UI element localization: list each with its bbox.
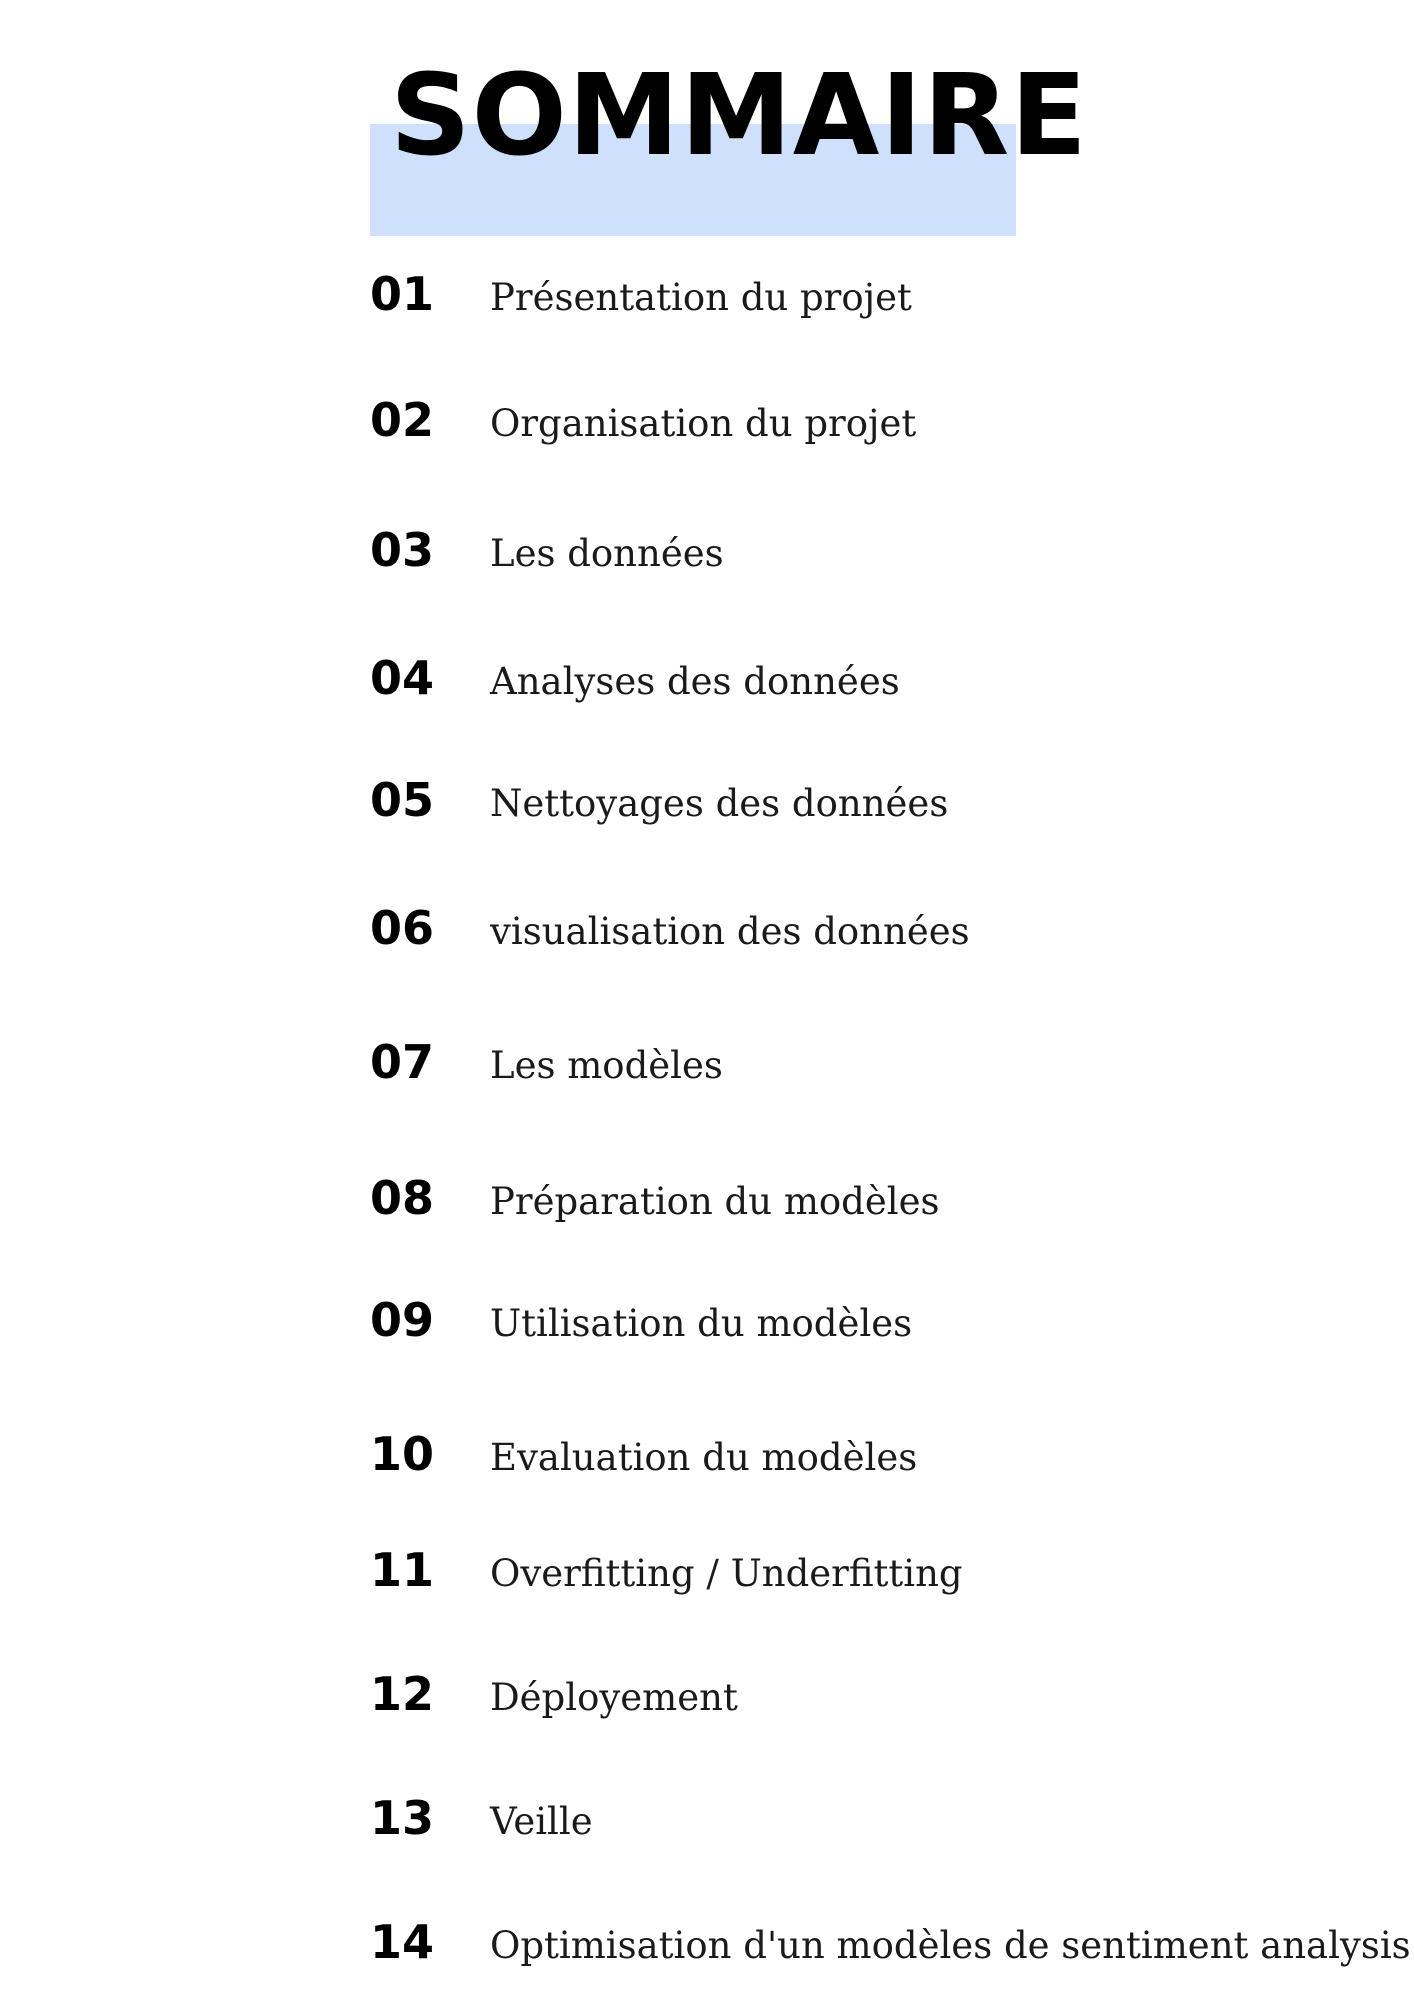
toc-item-label: Optimisation d'un modèles de sentiment a… xyxy=(490,1924,1411,1967)
toc-item-label: Nettoyages des données xyxy=(490,782,949,825)
toc-item: 12 Déployement xyxy=(0,1664,1414,1724)
toc-item-number: 08 xyxy=(370,1171,435,1225)
toc-item-number: 09 xyxy=(370,1293,435,1347)
toc-item: 08 Préparation du modèles xyxy=(0,1168,1414,1228)
toc-item-label: Les données xyxy=(490,532,724,575)
toc-item: 10 Evaluation du modèles xyxy=(0,1424,1414,1484)
toc-item-number: 03 xyxy=(370,523,435,577)
toc-item-number: 01 xyxy=(370,267,435,321)
toc-item-label: Organisation du projet xyxy=(490,402,917,445)
toc-item: 04 Analyses des données xyxy=(0,648,1414,708)
toc-item-label: Evaluation du modèles xyxy=(490,1436,918,1479)
toc-item-number: 02 xyxy=(370,393,435,447)
toc-item-label: Présentation du projet xyxy=(490,276,912,319)
toc-item-label: Veille xyxy=(490,1800,593,1843)
toc-item-number: 13 xyxy=(370,1791,435,1845)
toc-item-number: 05 xyxy=(370,773,435,827)
toc-item: 11 Overfitting / Underfitting xyxy=(0,1540,1414,1600)
toc-item: 14 Optimisation d'un modèles de sentimen… xyxy=(0,1912,1414,1972)
toc-item: 07 Les modèles xyxy=(0,1032,1414,1092)
toc-item-label: Overfitting / Underfitting xyxy=(490,1552,963,1595)
toc-item-number: 07 xyxy=(370,1035,435,1089)
toc-item-label: Utilisation du modèles xyxy=(490,1302,913,1345)
toc-item: 06 visualisation des données xyxy=(0,898,1414,958)
toc-item-label: visualisation des données xyxy=(490,910,970,953)
toc-item-label: Les modèles xyxy=(490,1044,723,1087)
toc-item-label: Analyses des données xyxy=(490,660,900,703)
toc-item: 02 Organisation du projet xyxy=(0,390,1414,450)
toc-item-label: Déployement xyxy=(490,1676,738,1719)
toc-item-number: 10 xyxy=(370,1427,435,1481)
page-title: SOMMAIRE xyxy=(390,51,1088,181)
toc-item: 03 Les données xyxy=(0,520,1414,580)
toc-item-number: 14 xyxy=(370,1915,435,1969)
toc-item-label: Préparation du modèles xyxy=(490,1180,940,1223)
toc-item-number: 06 xyxy=(370,901,435,955)
toc-item-number: 04 xyxy=(370,651,435,705)
toc-item-number: 12 xyxy=(370,1667,435,1721)
toc-item: 01 Présentation du projet xyxy=(0,264,1414,324)
toc-item: 05 Nettoyages des données xyxy=(0,770,1414,830)
toc-item-number: 11 xyxy=(370,1543,435,1597)
toc-item: 13 Veille xyxy=(0,1788,1414,1848)
toc-item: 09 Utilisation du modèles xyxy=(0,1290,1414,1350)
